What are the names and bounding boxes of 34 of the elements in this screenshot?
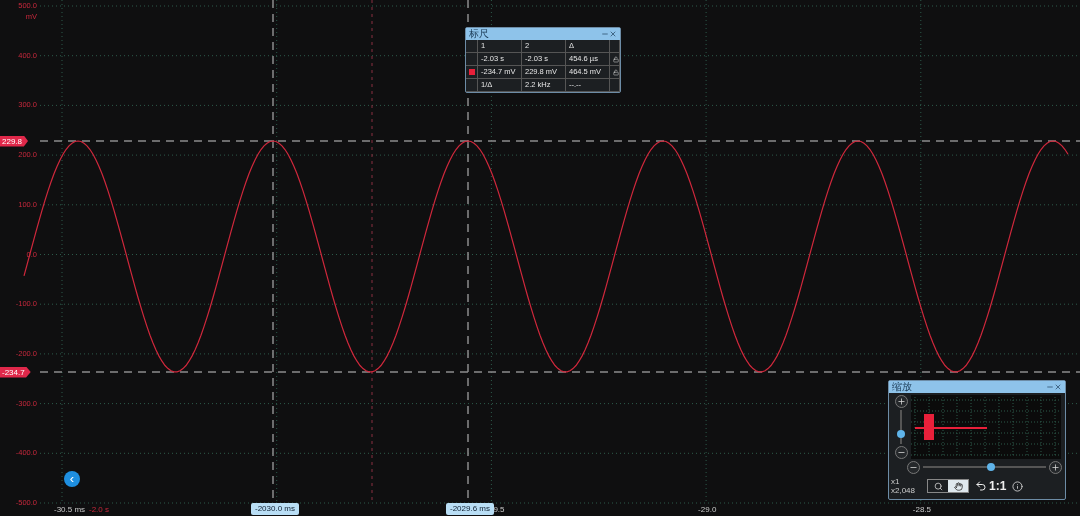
x-axis-tick: -30.5 ms xyxy=(54,505,86,514)
slider-thumb[interactable] xyxy=(897,429,905,438)
zoom-in-button[interactable] xyxy=(1049,460,1062,474)
x-axis-tick: 9.5 xyxy=(493,505,505,514)
close-icon[interactable] xyxy=(1054,383,1062,391)
lock-icon[interactable] xyxy=(613,68,619,76)
plus-icon xyxy=(1051,462,1060,472)
window-title: 标尺 xyxy=(469,28,490,40)
mode-toggle[interactable] xyxy=(927,479,969,493)
pan-mode-button[interactable] xyxy=(948,480,968,492)
zoom-factor: x1 xyxy=(891,477,901,486)
x-axis-tick: -28.5 xyxy=(912,505,932,514)
zoom-in-button[interactable] xyxy=(894,395,908,408)
undo-icon xyxy=(975,480,987,492)
hand-icon xyxy=(953,481,963,491)
zoom-out-button[interactable] xyxy=(894,446,908,459)
level-marker[interactable]: -234.7 xyxy=(0,366,31,378)
plus-icon xyxy=(896,397,906,406)
level-cursor-line[interactable] xyxy=(39,371,1080,373)
reset-zoom-button[interactable]: 1:1 xyxy=(975,479,1007,493)
search-icon xyxy=(933,481,943,491)
time-offset: -2.0 s xyxy=(89,505,109,514)
zoom-out-button[interactable] xyxy=(907,460,920,474)
lock-icon[interactable] xyxy=(613,55,619,63)
x-axis-tick: -29.0 xyxy=(698,505,717,514)
level-cursor-line[interactable] xyxy=(39,140,1080,142)
time-cursor-label[interactable]: -2029.6 ms xyxy=(446,503,495,515)
close-icon[interactable] xyxy=(609,30,617,38)
level-marker[interactable]: 229.8 xyxy=(0,135,29,147)
time-cursor-label[interactable]: -2030.0 ms xyxy=(251,503,300,515)
info-icon[interactable] xyxy=(1012,480,1024,492)
zoom-factor: x2,048 xyxy=(891,486,917,495)
slider-thumb[interactable] xyxy=(986,463,995,471)
window-title: 缩放 xyxy=(892,381,913,393)
